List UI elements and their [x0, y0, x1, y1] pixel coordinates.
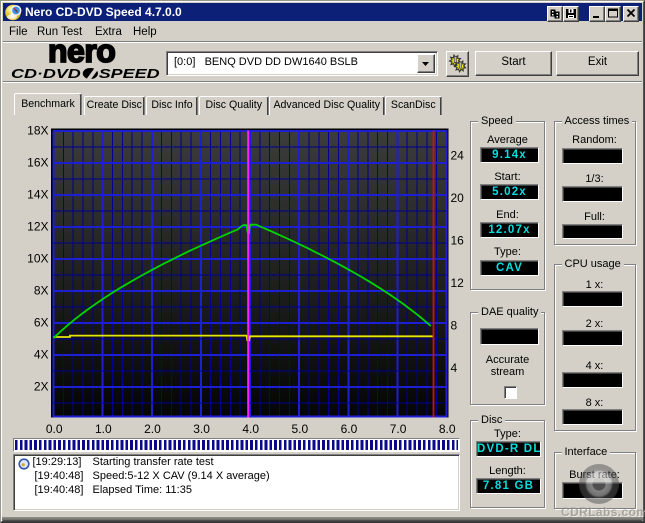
svg-text:8: 8: [451, 319, 458, 333]
svg-text:24: 24: [451, 149, 465, 163]
svg-text:3.0: 3.0: [193, 422, 210, 436]
svg-text:4: 4: [451, 361, 458, 375]
svg-text:12X: 12X: [27, 220, 48, 234]
svg-text:14X: 14X: [27, 188, 48, 202]
svg-text:6.0: 6.0: [341, 422, 358, 436]
svg-text:0.0: 0.0: [46, 422, 63, 436]
svg-text:7.0: 7.0: [390, 422, 407, 436]
svg-text:8X: 8X: [34, 284, 49, 298]
svg-text:18X: 18X: [27, 124, 48, 138]
svg-text:5.0: 5.0: [291, 422, 308, 436]
svg-text:10X: 10X: [27, 252, 48, 266]
svg-text:16X: 16X: [27, 156, 48, 170]
svg-text:8.0: 8.0: [439, 422, 456, 436]
svg-text:2.0: 2.0: [144, 422, 161, 436]
svg-text:2X: 2X: [34, 380, 49, 394]
svg-text:1.0: 1.0: [95, 422, 112, 436]
svg-text:20: 20: [451, 191, 465, 205]
svg-text:4.0: 4.0: [242, 422, 259, 436]
svg-text:16: 16: [451, 234, 465, 248]
svg-text:6X: 6X: [34, 316, 49, 330]
svg-text:12: 12: [451, 276, 465, 290]
svg-text:4X: 4X: [34, 348, 49, 362]
